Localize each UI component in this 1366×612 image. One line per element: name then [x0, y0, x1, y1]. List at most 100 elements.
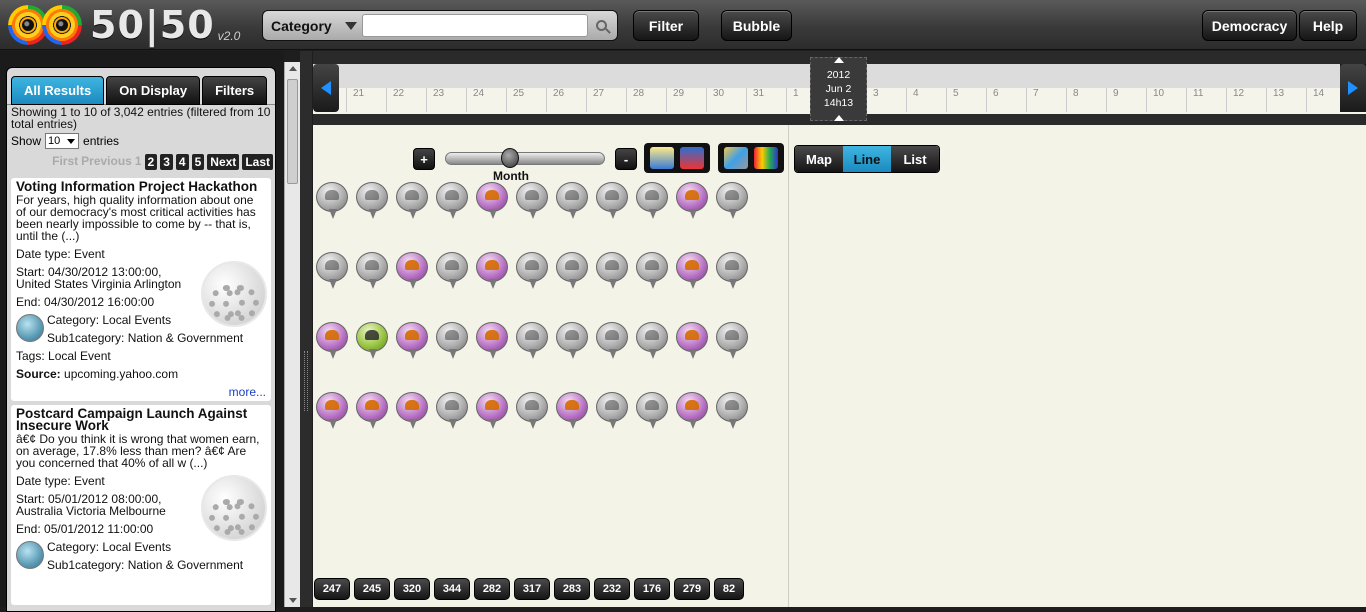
timeline-prev-arrow-icon[interactable]	[313, 64, 339, 112]
event-pin-gray[interactable]	[356, 182, 388, 220]
event-pin-purple[interactable]	[556, 392, 588, 430]
page-link-3[interactable]: 3	[160, 154, 173, 170]
map-view-button[interactable]: Map	[795, 146, 843, 172]
event-pin-gray[interactable]	[516, 392, 548, 430]
column-count-badge[interactable]: 320	[394, 578, 430, 600]
event-pin-gray[interactable]	[716, 182, 748, 220]
event-pin-purple[interactable]	[396, 252, 428, 290]
page-link-5[interactable]: 5	[191, 154, 205, 170]
event-pin-purple[interactable]	[476, 392, 508, 430]
previous-page-link[interactable]: Previous	[81, 154, 132, 170]
event-pin-gray[interactable]	[716, 322, 748, 360]
html5-icon[interactable]	[650, 147, 674, 169]
bubble-button[interactable]: Bubble	[721, 10, 792, 41]
column-count-badge[interactable]: 245	[354, 578, 390, 600]
column-count-badge[interactable]: 282	[474, 578, 510, 600]
event-pin-gray[interactable]	[436, 322, 468, 360]
scrollbar-thumb[interactable]	[287, 79, 298, 184]
search-button[interactable]	[588, 14, 614, 37]
scroll-down-icon[interactable]	[289, 598, 297, 603]
column-count-badge[interactable]: 176	[634, 578, 670, 600]
entries-select[interactable]: 10	[45, 133, 80, 149]
page-link-1[interactable]: 1	[135, 154, 142, 170]
event-pin-purple[interactable]	[676, 322, 708, 360]
event-pin-gray[interactable]	[316, 182, 348, 220]
event-pin-gray[interactable]	[436, 182, 468, 220]
event-pin-gray[interactable]	[516, 252, 548, 290]
event-pin-gray[interactable]	[636, 392, 668, 430]
timeline-current-marker[interactable]: 2012 Jun 2 14h13	[810, 57, 867, 121]
event-pin-purple[interactable]	[676, 252, 708, 290]
event-pin-gray[interactable]	[556, 322, 588, 360]
democracy-button[interactable]: Democracy	[1202, 10, 1297, 41]
timeline-next-arrow-icon[interactable]	[1340, 64, 1366, 112]
event-pin-gray[interactable]	[516, 182, 548, 220]
last-page-link[interactable]: Last	[242, 154, 273, 170]
event-pin-purple[interactable]	[356, 392, 388, 430]
event-pin-gray[interactable]	[516, 322, 548, 360]
event-pin-gray[interactable]	[716, 252, 748, 290]
event-pin-gray[interactable]	[556, 182, 588, 220]
column-count-badge[interactable]: 283	[554, 578, 590, 600]
event-pin-gray[interactable]	[716, 392, 748, 430]
list-view-button[interactable]: List	[891, 146, 939, 172]
sidebar-scrollbar[interactable]	[284, 62, 300, 607]
column-count-badge[interactable]: 344	[434, 578, 470, 600]
scroll-up-icon[interactable]	[289, 66, 297, 71]
event-pin-gray[interactable]	[316, 252, 348, 290]
event-pin-purple[interactable]	[396, 322, 428, 360]
event-pin-purple[interactable]	[316, 392, 348, 430]
category-select[interactable]: Category	[266, 14, 362, 37]
event-pin-gray[interactable]	[596, 182, 628, 220]
result-card[interactable]: Voting Information Project Hackathon For…	[11, 178, 271, 401]
event-pin-purple[interactable]	[476, 252, 508, 290]
event-pin-gray[interactable]	[636, 252, 668, 290]
column-count-badge[interactable]: 82	[714, 578, 744, 600]
event-pin-gray[interactable]	[596, 322, 628, 360]
event-pin-gray[interactable]	[436, 252, 468, 290]
search-input[interactable]	[362, 14, 588, 37]
page-link-2[interactable]: 2	[144, 154, 158, 170]
tab-all-results[interactable]: All Results	[11, 76, 105, 105]
tab-filters[interactable]: Filters	[202, 76, 268, 105]
column-count-badge[interactable]: 247	[314, 578, 350, 600]
event-pin-purple[interactable]	[676, 392, 708, 430]
result-card[interactable]: Postcard Campaign Launch Against Insecur…	[11, 405, 271, 605]
page-link-4[interactable]: 4	[175, 154, 189, 170]
event-pin-gray[interactable]	[356, 252, 388, 290]
event-pin-green[interactable]	[356, 322, 388, 360]
next-page-link[interactable]: Next	[207, 154, 240, 170]
event-pin-gray[interactable]	[396, 182, 428, 220]
result-title[interactable]: Voting Information Project Hackathon	[16, 180, 266, 194]
zoom-slider[interactable]	[445, 152, 605, 165]
rainbow-target-icon[interactable]	[754, 147, 778, 169]
event-pin-gray[interactable]	[636, 322, 668, 360]
column-count-badge[interactable]: 317	[514, 578, 550, 600]
tab-on-display[interactable]: On Display	[106, 76, 201, 105]
event-pin-gray[interactable]	[636, 182, 668, 220]
result-title[interactable]: Postcard Campaign Launch Against Insecur…	[16, 407, 266, 433]
event-pin-gray[interactable]	[596, 252, 628, 290]
first-page-link[interactable]: First	[52, 154, 78, 170]
panel-splitter[interactable]	[300, 51, 312, 607]
line-view-button[interactable]: Line	[843, 146, 891, 172]
column-count-badge[interactable]: 279	[674, 578, 710, 600]
event-pin-gray[interactable]	[596, 392, 628, 430]
splitter-grip-icon[interactable]	[304, 351, 308, 411]
event-pin-purple[interactable]	[676, 182, 708, 220]
help-button[interactable]: Help	[1299, 10, 1357, 41]
share-icon[interactable]	[724, 147, 748, 169]
event-pin-purple[interactable]	[396, 392, 428, 430]
logo[interactable]: 50|50 v2.0	[8, 3, 240, 47]
more-link[interactable]: more...	[16, 386, 266, 398]
zoom-in-button[interactable]: +	[413, 148, 435, 170]
event-pin-gray[interactable]	[436, 392, 468, 430]
event-pin-purple[interactable]	[476, 182, 508, 220]
event-pin-purple[interactable]	[476, 322, 508, 360]
filter-button[interactable]: Filter	[633, 10, 699, 41]
event-pin-purple[interactable]	[316, 322, 348, 360]
zoom-slider-handle[interactable]	[501, 148, 519, 168]
target-icon[interactable]	[680, 147, 704, 169]
column-count-badge[interactable]: 232	[594, 578, 630, 600]
event-pin-gray[interactable]	[556, 252, 588, 290]
